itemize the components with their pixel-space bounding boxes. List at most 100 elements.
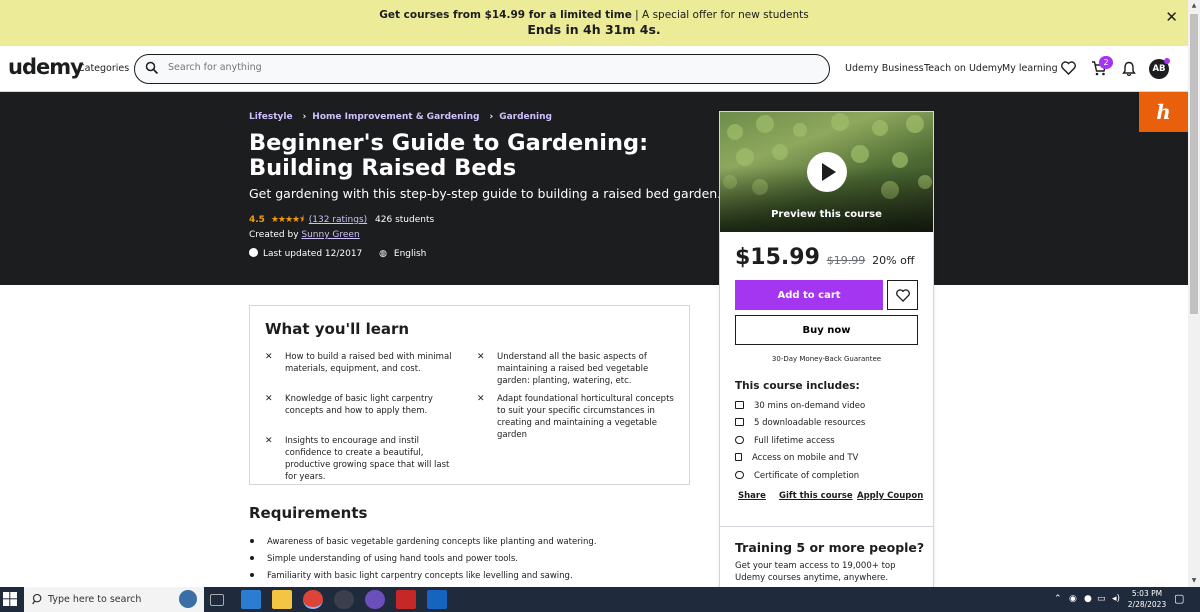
- current-price: $15.99: [735, 245, 820, 270]
- notifications-icon[interactable]: ▢: [1174, 592, 1184, 605]
- include-label: Access on mobile and TV: [752, 453, 859, 463]
- share-link[interactable]: Share: [738, 491, 766, 501]
- ratings-count-link[interactable]: (132 ratings): [309, 215, 367, 225]
- buy-now-button[interactable]: Buy now: [735, 315, 918, 345]
- gift-course-link[interactable]: Gift this course: [779, 491, 853, 501]
- learn-item-text: Knowledge of basic light carpentry conce…: [285, 394, 433, 416]
- original-price: $19.99: [826, 254, 866, 267]
- taskbar-clock[interactable]: 5:03 PM 2/28/2023: [1127, 588, 1167, 610]
- learn-item: ✕ Adapt foundational horticultural concep…: [477, 393, 675, 441]
- requirement-text: Simple understanding of using hand tools…: [267, 554, 518, 564]
- last-updated: Last updated 12/2017: [263, 249, 363, 259]
- requirements-title: Requirements: [249, 504, 368, 522]
- user-avatar[interactable]: AB: [1149, 58, 1170, 79]
- include-lifetime: Full lifetime access: [735, 436, 835, 446]
- promo-offer-rest: | A special offer for new students: [631, 9, 809, 21]
- play-icon[interactable]: [807, 152, 847, 192]
- scroll-up-icon[interactable]: ▲: [1188, 0, 1200, 12]
- notifications-bell-icon[interactable]: [1122, 61, 1136, 76]
- chrome-icon[interactable]: [303, 590, 323, 609]
- breadcrumb-gardening[interactable]: Gardening: [499, 112, 552, 122]
- network-icon[interactable]: ▭: [1097, 594, 1106, 604]
- mobile-icon: [735, 453, 742, 461]
- infinity-icon: [735, 436, 744, 444]
- cart-count-badge: 2: [1099, 56, 1113, 69]
- course-preview-video[interactable]: Preview this course: [720, 112, 933, 232]
- close-banner-icon[interactable]: ✕: [1165, 8, 1178, 26]
- cortana-icon[interactable]: [179, 590, 197, 608]
- learn-item-text: Understand all the basic aspects of main…: [497, 352, 649, 386]
- wishlist-button[interactable]: [887, 280, 918, 310]
- paint-app-icon[interactable]: [427, 590, 447, 609]
- search-bar[interactable]: [134, 54, 830, 84]
- breadcrumb-lifestyle[interactable]: Lifestyle: [249, 112, 293, 122]
- learn-item: ✕ Understand all the basic aspects of mai…: [477, 351, 672, 387]
- task-view-icon[interactable]: [210, 594, 224, 606]
- add-to-cart-button[interactable]: Add to cart: [735, 280, 883, 310]
- apply-coupon-link[interactable]: Apply Coupon: [857, 491, 923, 501]
- course-meta: Last updated 12/2017 ◍ English: [249, 248, 426, 259]
- teach-on-udemy-link[interactable]: Teach on Udemy: [924, 63, 1003, 74]
- udemy-logo[interactable]: udemy: [8, 55, 84, 79]
- news-app-icon[interactable]: [396, 590, 416, 609]
- breadcrumb: Lifestyle › Home Improvement & Gardening › G…: [249, 112, 556, 122]
- photos-app-icon[interactable]: [241, 590, 261, 609]
- include-label: Certificate of completion: [754, 471, 860, 481]
- promo-banner: Get courses from $14.99 for a limited ti…: [0, 0, 1188, 46]
- alert-icon: [249, 248, 258, 257]
- scroll-down-icon[interactable]: ▼: [1188, 575, 1200, 587]
- rating-stars-icon: ★★★★⯨: [270, 215, 304, 225]
- floating-extension-icon[interactable]: ℎ: [1139, 92, 1188, 132]
- rating-row: 4.5 ★★★★⯨ (132 ratings) 426 students: [249, 212, 434, 228]
- learn-item-text: How to build a raised bed with minimal m…: [285, 352, 452, 374]
- check-icon: ✕: [265, 352, 273, 362]
- bullet-icon: [250, 539, 254, 543]
- scrollbar-thumb[interactable]: [1190, 14, 1198, 314]
- promo-line-1: Get courses from $14.99 for a limited ti…: [0, 9, 1188, 21]
- rating-value: 4.5: [249, 215, 265, 225]
- wishlist-heart-icon[interactable]: [1061, 61, 1076, 75]
- training-description: Get your team access to 19,000+ top Udem…: [735, 561, 896, 583]
- file-icon: [735, 418, 744, 426]
- preview-label[interactable]: Preview this course: [720, 209, 933, 220]
- top-navigation: udemy Categories Udemy Business Teach on…: [0, 46, 1188, 92]
- windows-start-icon[interactable]: [3, 592, 17, 606]
- learn-item: ✕ Insights to encourage and instil confid…: [265, 435, 455, 483]
- include-label: 5 downloadable resources: [754, 418, 866, 428]
- categories-link[interactable]: Categories: [78, 63, 129, 74]
- tray-app-icon[interactable]: ◉: [1069, 594, 1077, 604]
- requirement-item: Simple understanding of using hand tools…: [250, 554, 518, 564]
- learn-item: ✕ Knowledge of basic light carpentry conc…: [265, 393, 463, 417]
- check-icon: ✕: [477, 394, 485, 404]
- students-count: 426 students: [375, 215, 435, 225]
- include-mobile: Access on mobile and TV: [735, 453, 858, 463]
- search-input[interactable]: [168, 62, 768, 73]
- course-subtitle: Get gardening with this step-by-step gui…: [249, 186, 722, 201]
- volume-icon[interactable]: ◂): [1112, 594, 1120, 604]
- obs-icon[interactable]: [334, 590, 354, 609]
- promo-countdown: Ends in 4h 31m 4s.: [527, 22, 661, 37]
- include-label: Full lifetime access: [754, 436, 835, 446]
- breadcrumb-home-improvement[interactable]: Home Improvement & Gardening: [312, 112, 479, 122]
- globe-icon: ◍: [379, 249, 388, 259]
- check-icon: ✕: [265, 394, 273, 404]
- clock-time: 5:03 PM: [1131, 589, 1163, 598]
- microphone-icon[interactable]: ●: [1084, 594, 1092, 604]
- heart-icon: [896, 289, 910, 302]
- udemy-business-link[interactable]: Udemy Business: [845, 63, 924, 74]
- my-learning-link[interactable]: My learning: [1002, 63, 1058, 74]
- search-icon[interactable]: [145, 61, 159, 75]
- taskbar-search[interactable]: Type here to search: [24, 587, 204, 612]
- created-by: Created by Sunny Green: [249, 230, 360, 240]
- requirement-text: Awareness of basic vegetable gardening c…: [267, 537, 597, 547]
- file-explorer-icon[interactable]: [272, 590, 292, 609]
- training-title: Training 5 or more people?: [735, 540, 925, 555]
- course-language: English: [393, 249, 427, 259]
- check-icon: ✕: [477, 352, 485, 362]
- tray-chevron-icon[interactable]: ⌃: [1054, 594, 1062, 604]
- requirement-item: Familiarity with basic light carpentry c…: [250, 571, 573, 581]
- chat-app-icon[interactable]: [365, 590, 385, 609]
- promo-offer-text: Get courses from $14.99 for a limited ti…: [379, 9, 632, 21]
- author-link[interactable]: Sunny Green: [301, 230, 359, 240]
- learn-item-text: Adapt foundational horticultural concept…: [497, 394, 674, 440]
